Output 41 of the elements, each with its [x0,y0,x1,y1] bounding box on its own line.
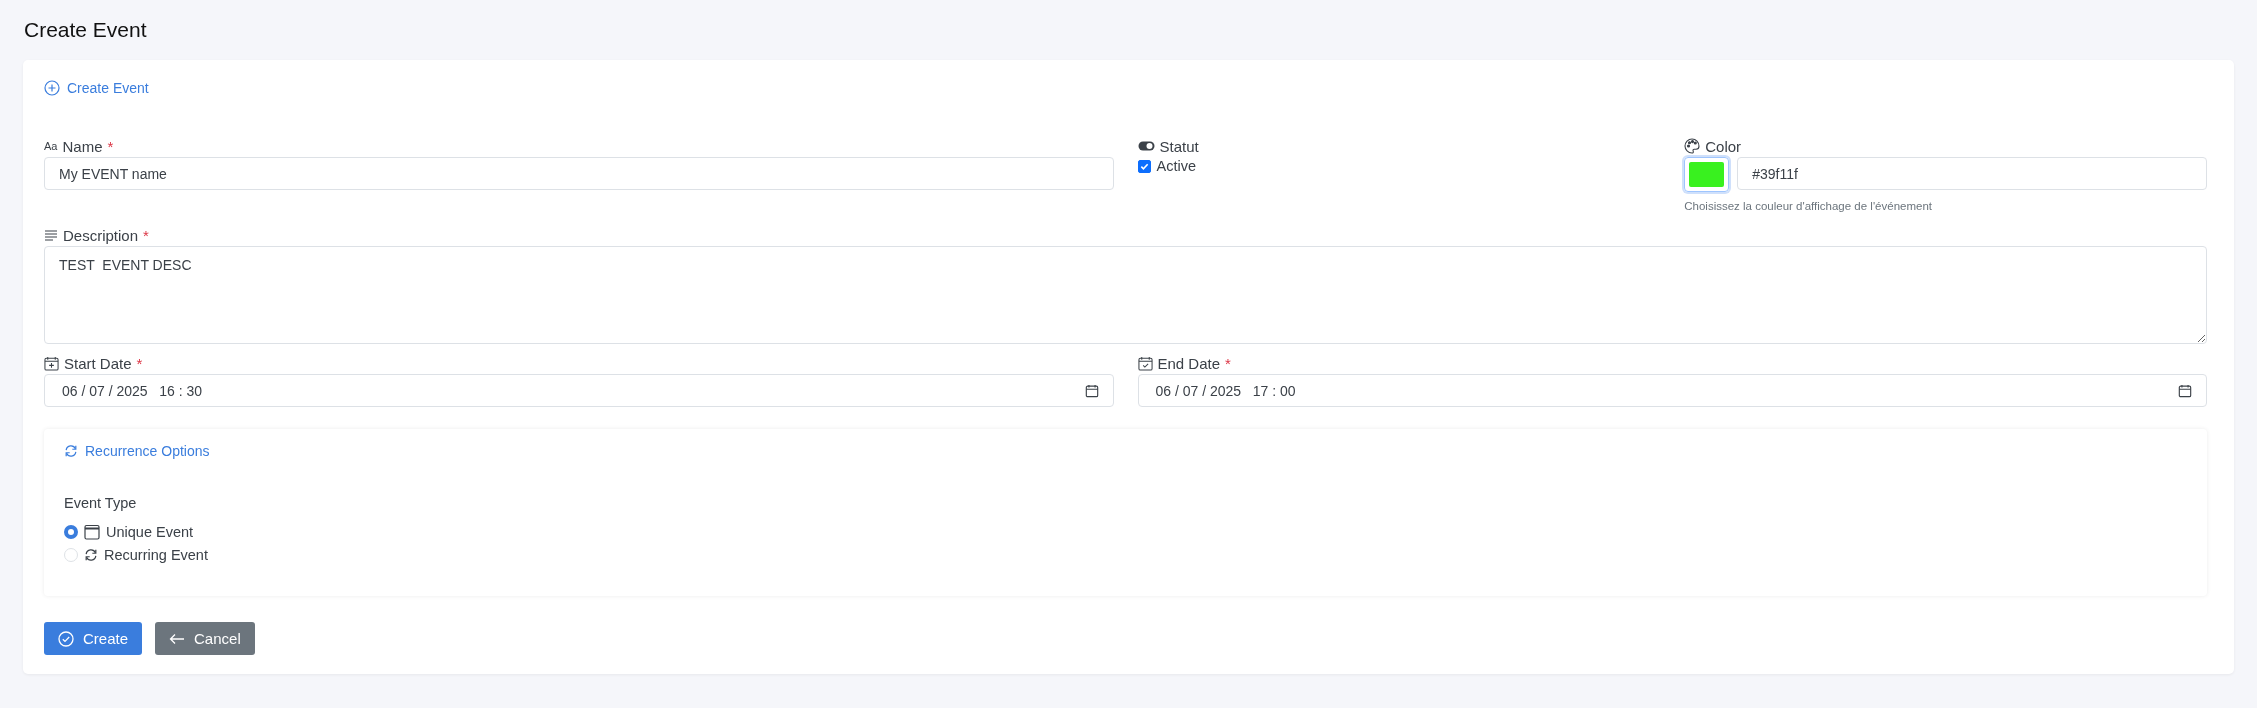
calendar-plus-icon [44,355,59,371]
create-button[interactable]: Create [44,622,143,655]
field-label: Statut [1159,137,1199,155]
radio-button[interactable] [64,524,78,539]
recurrence-options-link[interactable]: Recurrence Options [64,443,210,459]
radio-label: Unique Event [106,523,194,540]
radio-label: Recurring Event [104,546,208,563]
checkbox-label: Active [1156,158,1196,174]
description-textarea[interactable]: TEST EVENT DESC [44,246,2207,344]
toggle-icon [1137,141,1155,151]
check-circle-icon [58,630,74,647]
field-label: Start Date [64,354,132,372]
calendar-check-icon [1137,355,1153,371]
calendar-icon[interactable] [2178,383,2192,398]
palette-icon [1684,138,1701,154]
cancel-button[interactable]: Cancel [155,622,255,655]
help-text: Choisissez la couleur d'affichage de l'événement [1684,200,1933,212]
event-type-label: Event Type [64,494,138,513]
required-mark: * [107,137,114,155]
refresh-icon [84,547,98,562]
active-checkbox[interactable] [1137,159,1151,173]
arrow-left-icon [169,632,186,645]
start-date-input[interactable]: 06 / 07 / 2025 16 : 30 [44,374,1114,407]
create-event-link[interactable]: Create Event [44,79,149,96]
calendar-icon[interactable] [1084,383,1099,398]
page-title: Create Event [23,17,148,43]
text-type-icon: Aa [44,140,58,152]
field-label: End Date [1157,354,1221,372]
calendar-icon [84,523,100,540]
required-mark: * [143,226,149,244]
refresh-icon [64,444,78,458]
field-label: Name [62,137,103,155]
hex-input[interactable]: #39f11f [1737,157,2207,190]
required-mark: * [1225,354,1231,372]
required-mark: * [136,354,143,372]
text-lines-icon [44,229,58,241]
field-label: Description [63,226,139,244]
field-label: Color [1705,137,1742,155]
name-input[interactable]: My EVENT name [44,157,1114,190]
end-date-input[interactable]: 06 / 07 / 2025 17 : 00 [1137,374,2207,407]
plus-circle-icon [44,79,60,96]
